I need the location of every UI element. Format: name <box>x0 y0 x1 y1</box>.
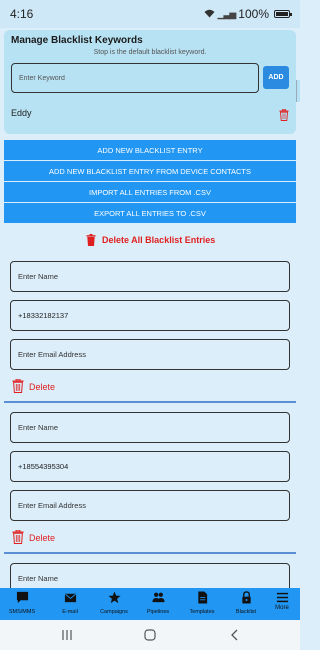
menu-icon <box>276 592 288 603</box>
entry-phone-input[interactable] <box>10 451 290 482</box>
trash-outline-icon <box>12 378 24 395</box>
entry-name-input[interactable] <box>10 261 290 292</box>
system-nav-bar <box>0 620 300 650</box>
status-time: 4:16 <box>10 7 34 21</box>
nav-blacklist[interactable]: Blacklist <box>230 588 262 620</box>
delete-all-button[interactable]: Delete All Blacklist Entries <box>86 234 215 246</box>
add-entry-button[interactable]: ADD NEW BLACKLIST ENTRY <box>4 140 296 160</box>
nav-sms-mms[interactable]: SMS/MMS <box>4 588 40 620</box>
home-icon[interactable] <box>143 628 157 642</box>
signal-icon: ▁▃▅ <box>217 8 237 19</box>
card-edge <box>296 80 300 102</box>
import-csv-button[interactable]: IMPORT ALL ENTRIES FROM .CSV <box>4 182 296 202</box>
entry-delete-label: Delete <box>29 533 56 543</box>
trash-outline-icon <box>12 529 24 546</box>
entry-phone-input[interactable] <box>10 300 290 331</box>
entry-email-input[interactable] <box>10 490 290 521</box>
bottom-nav: SMS/MMS E-mail Campaigns Pipelines Templ… <box>0 588 300 620</box>
status-icons: ▁▃▅ 100% <box>204 7 292 21</box>
nav-label: More <box>275 605 289 611</box>
nav-email[interactable]: E-mail <box>54 588 86 620</box>
add-keyword-button[interactable]: ADD <box>263 66 289 89</box>
recent-apps-icon[interactable] <box>60 628 74 642</box>
export-csv-button[interactable]: EXPORT ALL ENTRIES TO .CSV <box>4 203 296 223</box>
people-icon <box>151 592 165 603</box>
delete-all-label: Delete All Blacklist Entries <box>102 235 216 245</box>
entry-delete-button[interactable]: Delete <box>12 378 56 395</box>
wifi-icon <box>204 7 215 21</box>
document-icon <box>197 591 207 604</box>
nav-templates[interactable]: Templates <box>184 588 220 620</box>
nav-campaigns[interactable]: Campaigns <box>96 588 132 620</box>
nav-pipelines[interactable]: Pipelines <box>142 588 174 620</box>
back-icon[interactable] <box>228 628 242 642</box>
entry-delete-label: Delete <box>29 382 56 392</box>
nav-label: Templates <box>189 609 215 615</box>
delete-keyword-icon[interactable] <box>279 108 289 121</box>
entry-divider <box>4 552 296 554</box>
nav-label: Pipelines <box>146 609 170 615</box>
keyword-input[interactable] <box>11 63 259 93</box>
entry-delete-button[interactable]: Delete <box>12 529 56 546</box>
nav-label: Campaigns <box>100 609 128 615</box>
keywords-title: Manage Blacklist Keywords <box>11 35 143 46</box>
star-icon <box>107 591 121 604</box>
entry-divider <box>4 401 296 403</box>
nav-more[interactable]: More <box>268 588 296 620</box>
lock-icon <box>241 591 251 604</box>
chat-icon <box>16 591 28 604</box>
mail-icon <box>64 593 76 603</box>
nav-label: Blacklist <box>235 609 257 615</box>
nav-label: E-mail <box>62 609 78 615</box>
blacklist-keywords-card: Manage Blacklist Keywords Stop is the de… <box>4 30 296 134</box>
battery-percent: 100% <box>238 7 269 21</box>
keyword-entry: Eddy <box>11 108 32 118</box>
keywords-subtitle: Stop is the default blacklist keyword. <box>93 49 207 56</box>
entry-name-input[interactable] <box>10 412 290 443</box>
nav-label: SMS/MMS <box>8 609 36 615</box>
status-bar: 4:16 ▁▃▅ 100% <box>0 0 300 28</box>
add-from-contacts-button[interactable]: ADD NEW BLACKLIST ENTRY FROM DEVICE CONT… <box>4 161 296 181</box>
trash-icon <box>86 234 96 246</box>
battery-icon <box>274 10 292 18</box>
entry-email-input[interactable] <box>10 339 290 370</box>
